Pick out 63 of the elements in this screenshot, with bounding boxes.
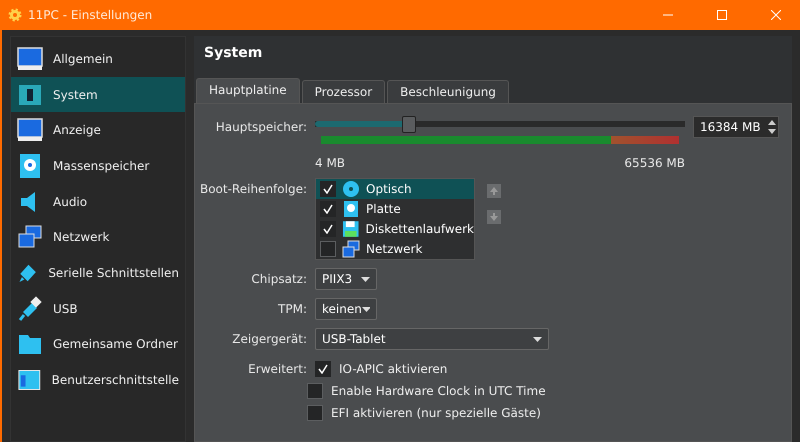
boot-item-label: Netzwerk [366, 242, 422, 256]
arrow-up-icon [489, 186, 499, 196]
usb-plug-icon [17, 296, 43, 322]
field-label: Erweitert: [247, 361, 308, 378]
checkbox-label: IO-APIC aktivieren [339, 362, 448, 376]
field-label: Boot-Reihenfolge: [198, 181, 308, 198]
slider-thumb[interactable] [402, 116, 416, 133]
dropdown[interactable]: keinen [315, 298, 377, 320]
checkbox[interactable] [320, 241, 336, 257]
field-label: Zeigergerät: [231, 331, 308, 348]
sidebar-item[interactable]: Massenspeicher [11, 148, 185, 184]
dropdown[interactable]: USB-Tablet [315, 328, 549, 350]
close-icon [771, 10, 781, 20]
sidebar-item[interactable]: Gemeinsame Ordner [11, 326, 185, 362]
network-icon [342, 240, 360, 258]
sidebar-item[interactable]: Netzwerk [11, 219, 185, 256]
max-label: 65536 MB [624, 156, 685, 170]
move-down-button[interactable] [487, 210, 501, 224]
dropdown[interactable]: PIIX3 [315, 268, 377, 290]
boot-item[interactable]: Netzwerk [316, 239, 474, 259]
caret-icon [361, 276, 370, 282]
tab[interactable]: Hauptplatine [196, 78, 300, 103]
disc-icon [342, 180, 360, 198]
tab[interactable]: Prozessor [302, 80, 386, 103]
boot-item-label: Platte [366, 202, 401, 216]
checkbox[interactable] [320, 201, 336, 217]
network-icon [17, 224, 43, 250]
sidebar-item[interactable]: USB [11, 290, 185, 326]
boot-item-label: Optisch [366, 182, 412, 196]
tab[interactable]: Beschleunigung [387, 80, 509, 103]
gear-icon [8, 8, 22, 22]
monitor-icon [17, 117, 43, 144]
maximize-icon [717, 10, 727, 20]
memory-spinbox[interactable]: 16384 MB [693, 116, 779, 138]
checkbox[interactable] [320, 221, 336, 237]
arrow-down-icon [489, 212, 499, 222]
boot-item-label: Diskettenlaufwerk [365, 222, 474, 236]
boot-item[interactable]: Optisch [316, 179, 474, 199]
checkbox-label: Enable Hardware Clock in UTC Time [331, 384, 546, 398]
checkbox[interactable] [307, 405, 323, 421]
field-label: Hauptspeicher: [214, 119, 308, 136]
sidebar-item[interactable]: System [11, 76, 185, 112]
checkbox[interactable] [307, 383, 323, 399]
boot-item[interactable]: Platte [316, 199, 474, 219]
sidebar-item[interactable]: Audio [11, 184, 185, 220]
move-up-button[interactable] [487, 184, 501, 198]
boot-item[interactable]: Diskettenlaufwerk [316, 219, 474, 239]
sidebar-item[interactable]: Benutzerschnittstelle [11, 362, 185, 398]
field-label: TPM: [277, 301, 308, 318]
sidebar-item[interactable]: Allgemein [11, 41, 185, 77]
sidebar-item[interactable]: Anzeige [11, 112, 185, 148]
check-icon [318, 364, 328, 374]
field-label: Chipsatz: [250, 271, 308, 288]
page-title: System [204, 45, 262, 61]
monitor-icon [17, 46, 43, 72]
checkbox[interactable] [320, 181, 336, 197]
window-title: 11PC - Einstellungen [28, 8, 154, 22]
sidebar-item[interactable]: Serielle Schnittstellen [11, 255, 185, 291]
caret-icon [533, 336, 542, 342]
caret-icon [362, 306, 370, 312]
checkbox[interactable] [315, 361, 331, 377]
min-label: 4 MB [315, 156, 346, 170]
checkbox-label: EFI aktivieren (nur spezielle Gäste) [331, 406, 541, 420]
